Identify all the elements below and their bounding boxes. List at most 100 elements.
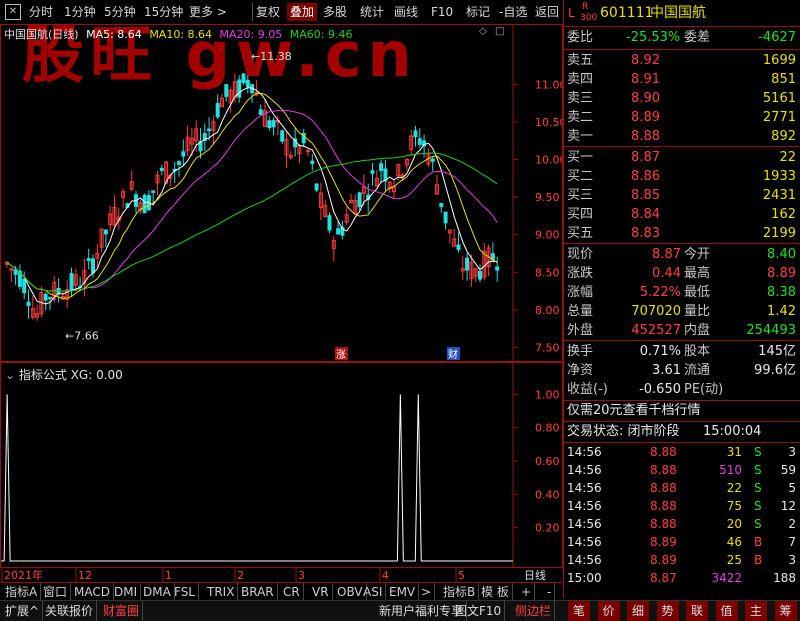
candle-body [306, 150, 310, 153]
tick-side: S [754, 445, 762, 459]
indicator-tab[interactable]: 指标A [2, 583, 42, 601]
weibi-row: 委比 -25.53% 委差 -4627 [567, 30, 796, 45]
tick-volume: 25 [726, 553, 742, 567]
diamond-icon[interactable]: ◇ [479, 27, 489, 37]
tick-time: 15:00 [567, 571, 602, 585]
candle-body [267, 120, 272, 129]
toolbar-item[interactable]: F10 [428, 3, 456, 21]
indicator-tab[interactable]: TRIX [204, 583, 239, 601]
status-left-item[interactable]: 关联报价 [42, 601, 98, 621]
quote-row: 涨跌 0.44 最高 8.89 [564, 264, 800, 284]
indicator-tab[interactable]: CR [280, 583, 304, 601]
indicator-tab[interactable]: + [518, 583, 536, 601]
quote-value: 707020 [631, 304, 681, 319]
status-right-item[interactable]: 侧边栏 [512, 601, 556, 621]
high-annotation: ←11.38 [251, 50, 292, 63]
indicator-tab[interactable]: 指标B [440, 583, 480, 601]
close-icon[interactable]: ✕ [5, 4, 21, 20]
indicator-tab[interactable]: EMV [386, 583, 420, 601]
side-tab-0[interactable]: 笔 [568, 601, 590, 621]
ask-row-label: 卖二 [567, 110, 594, 125]
ma10-line [6, 92, 498, 299]
side-tab-5[interactable]: 值 [715, 601, 738, 621]
xg-line [1, 394, 513, 562]
tick-count: 59 [780, 463, 796, 477]
tick-price: 8.88 [650, 481, 677, 495]
tick-time: 14:56 [567, 535, 602, 549]
x-tick-label: 3 [298, 569, 305, 582]
x-tick-label: 2 [237, 569, 244, 582]
tick-row: 14:56 8.88 31 S 3 [564, 443, 800, 461]
side-tab-1[interactable]: 价 [597, 601, 620, 621]
kline-chart-panel[interactable]: 11.00 10.50 10.00 9.50 9.00 8.50 8.00 7.50 ←11.3… [0, 24, 563, 362]
bid-row-label: 买四 [567, 207, 594, 222]
side-tab-7[interactable]: 筹 [774, 601, 797, 621]
side-tab-3[interactable]: 势 [656, 601, 679, 621]
expand-icon[interactable]: □ [495, 27, 505, 37]
ask-row-price: 8.92 [631, 53, 660, 68]
toolbar-item[interactable]: -自选 [496, 3, 530, 21]
indicator-tab[interactable]: MACD [71, 583, 114, 601]
toolbar-item[interactable]: 返回 [532, 3, 562, 21]
x-tick-label: 12 [78, 569, 92, 582]
quote-value: 8.87 [652, 247, 681, 262]
candle-body [177, 161, 181, 166]
ask-row-label: 卖三 [567, 91, 594, 106]
indicator-tab[interactable]: > [418, 583, 436, 601]
fin-value: -0.650 [639, 382, 681, 397]
tick-row: 14:56 8.89 46 B 7 [564, 533, 800, 551]
quote-label: 量比 [684, 304, 711, 319]
indicator-chart-panel[interactable]: 1.00 0.80 0.60 0.40 0.20 ⌄ 指标公式 XG: 0.00 [0, 362, 563, 568]
candle-body [310, 160, 315, 164]
tick-volume: 75 [726, 499, 742, 513]
candle-body [241, 73, 246, 84]
tick-row: 14:56 8.88 510 S 59 [564, 461, 800, 479]
tick-time: 14:56 [567, 463, 602, 477]
indicator-tab[interactable]: DMA [140, 583, 175, 601]
promo-text[interactable]: 仅需20元查看千档行情 [564, 401, 800, 421]
tick-time: 14:56 [567, 553, 602, 567]
tick-price: 8.87 [650, 571, 677, 585]
tick-side: B [754, 535, 763, 549]
chevron-down-icon[interactable]: ⌄ [5, 368, 15, 382]
indicator-tab[interactable]: ASI [360, 583, 387, 601]
ask-row-price: 8.90 [631, 91, 660, 106]
quote-label: 最低 [684, 285, 711, 300]
y-tick-label: 7.50 [535, 341, 560, 354]
tick-row: 15:00 8.87 3422 188 [564, 569, 800, 587]
ma20-label: MA20: 9.05 [219, 28, 283, 41]
candle-body [245, 79, 250, 88]
status-left-item[interactable]: 扩展^ [2, 601, 44, 621]
side-tab-6[interactable]: 主 [745, 601, 767, 621]
side-tab-4[interactable]: 联 [686, 601, 708, 621]
status-right-item[interactable]: 图文F10 [452, 601, 506, 621]
indicator-tab[interactable]: DMI [111, 583, 142, 601]
indicator-tab[interactable]: VR [309, 583, 333, 601]
ma60-label: MA60: 9.46 [289, 28, 353, 41]
candle-body [69, 273, 74, 291]
candle-body [443, 211, 448, 224]
bid-row: 买三 8.85 2431 [564, 186, 800, 206]
tick-volume: 31 [726, 445, 742, 459]
indicator-tab[interactable]: FSL [171, 583, 199, 601]
tick-row: 14:56 8.89 25 B 3 [564, 551, 800, 569]
status-left-item[interactable]: 财富圈 [100, 601, 144, 621]
tick-price: 8.88 [650, 517, 677, 531]
quote-value: 452527 [631, 323, 681, 338]
candle-body [22, 278, 27, 294]
tick-volume: 46 [726, 535, 742, 549]
x-axis-right-label: 日线 [524, 568, 546, 582]
indicator-tab[interactable]: - [544, 583, 556, 601]
y-tick-label: 0.60 [535, 455, 560, 468]
toolbar-item[interactable]: 标记 [463, 3, 493, 21]
indicator-tab[interactable]: BRAR [238, 583, 278, 601]
tick-side: S [754, 481, 762, 495]
quote-row: 外盘 452527 内盘 254493 [564, 321, 800, 341]
side-tab-2[interactable]: 细 [627, 601, 649, 621]
indicator-tab[interactable]: 窗口 [40, 583, 72, 601]
tick-row: 14:56 8.88 75 S 12 [564, 497, 800, 515]
candle-body [43, 293, 48, 301]
tick-price: 8.88 [650, 499, 677, 513]
candle-body [215, 102, 220, 118]
indicator-tab[interactable]: 模 板 [478, 583, 513, 601]
